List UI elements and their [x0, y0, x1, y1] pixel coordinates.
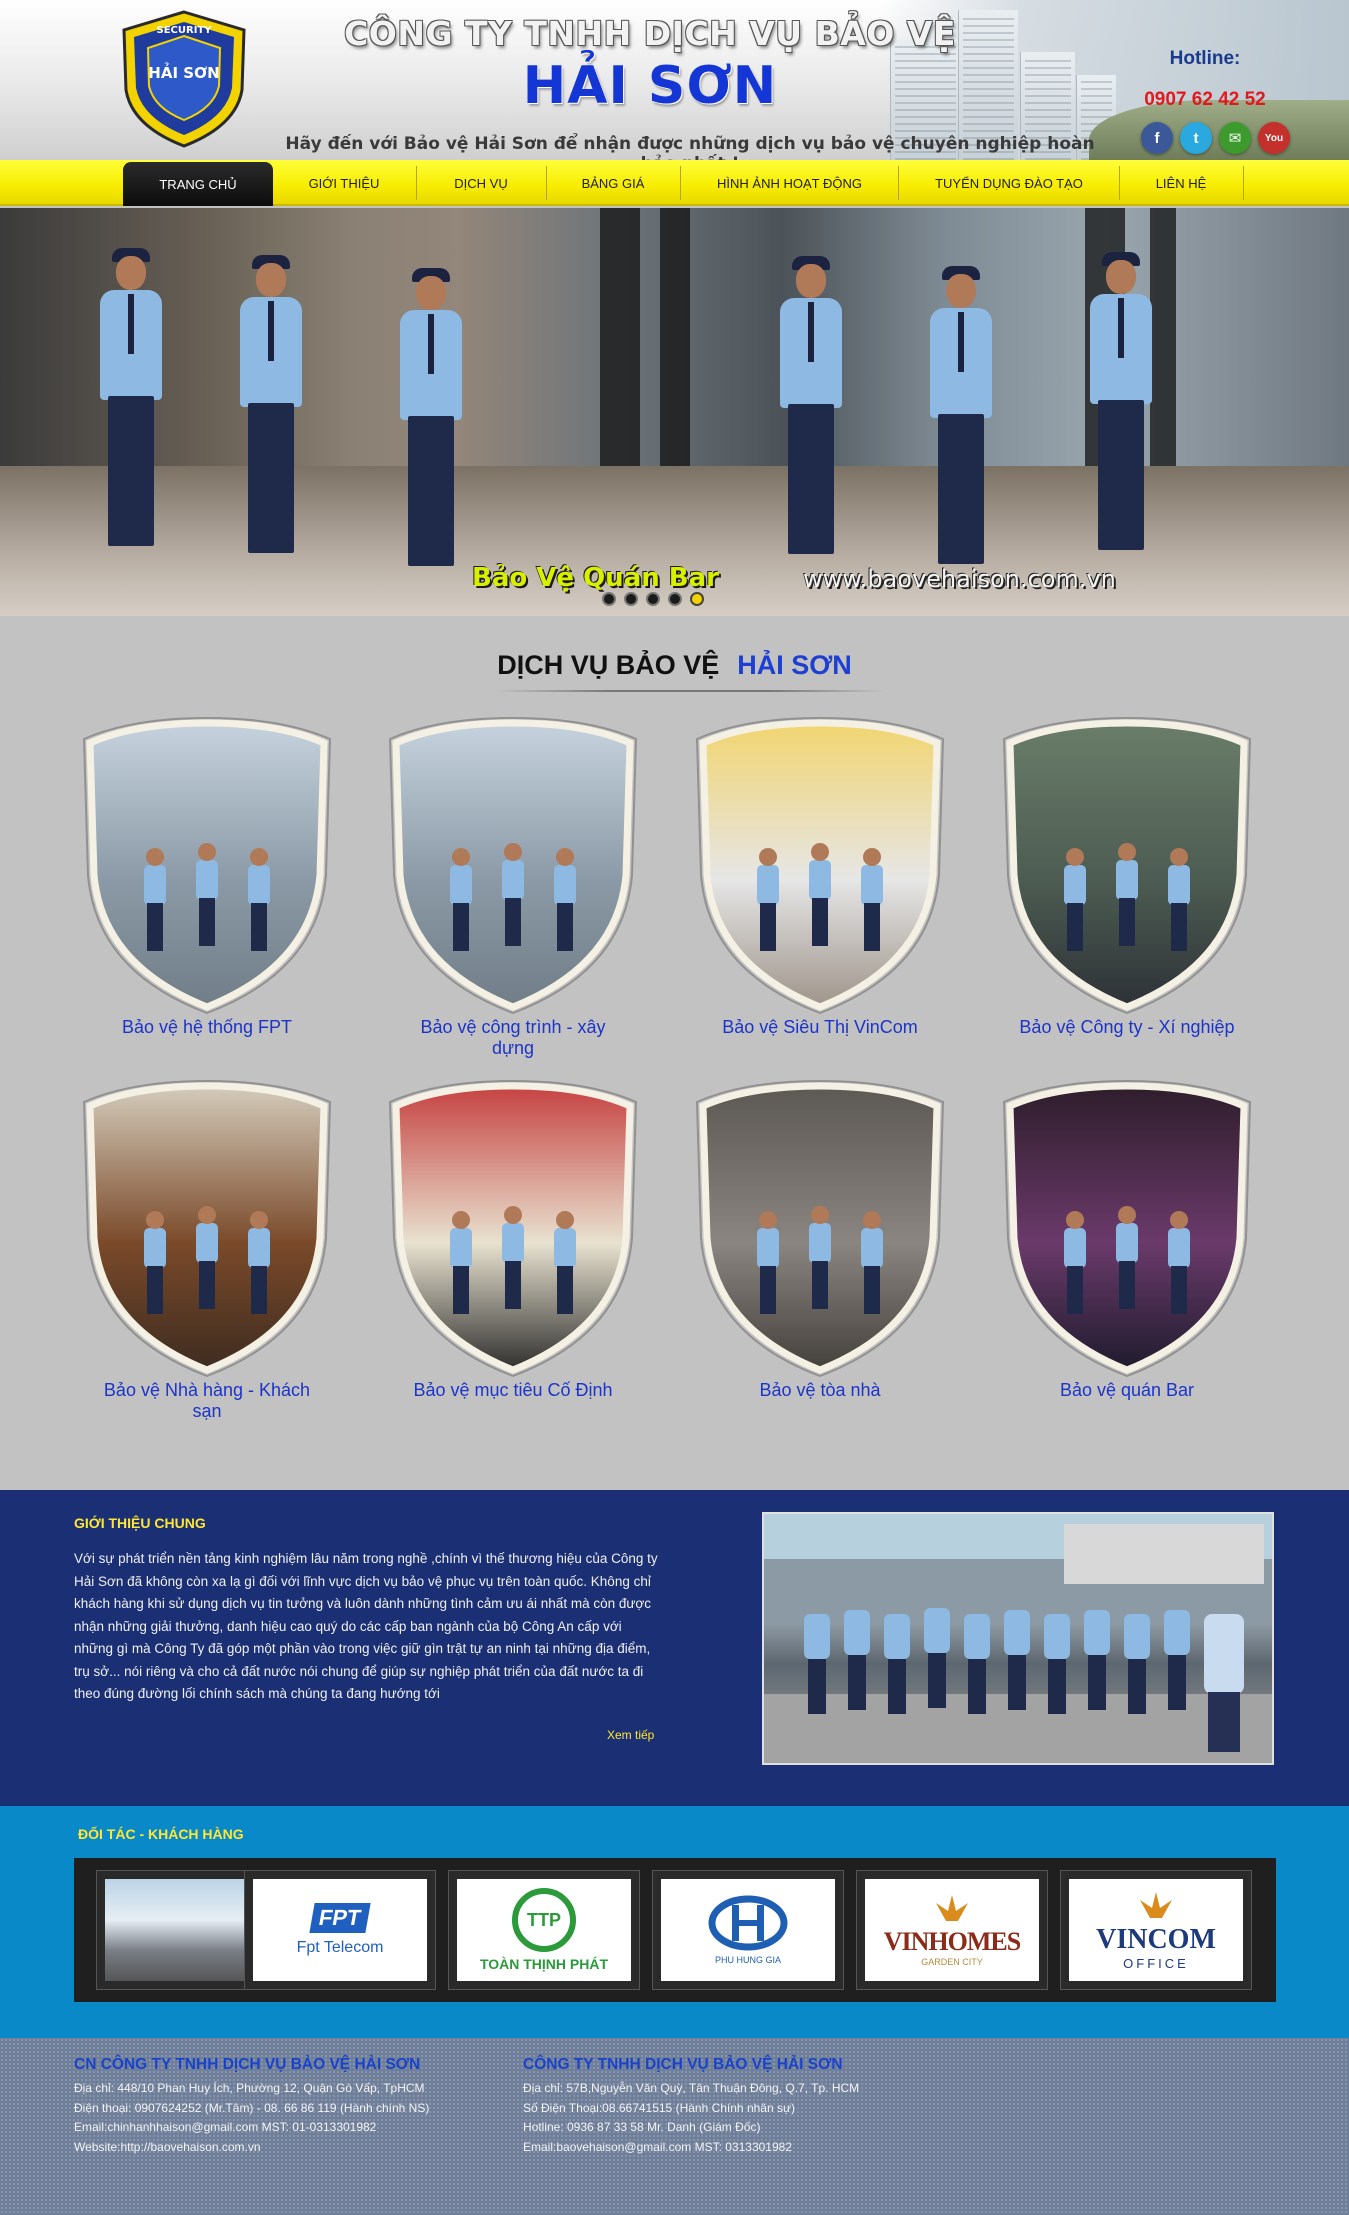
service-card[interactable]: Bảo vệ tòa nhà: [685, 1078, 955, 1400]
service-label[interactable]: Bảo vệ tòa nhà: [705, 1380, 935, 1401]
service-label[interactable]: Bảo vệ hệ thống FPT: [92, 1017, 322, 1038]
service-card[interactable]: Bảo vệ Nhà hàng - Khách sạn: [72, 1078, 342, 1421]
intro-section: GIỚI THIỆU CHUNG Với sự phát triển nền t…: [0, 1490, 1349, 1806]
read-more-link[interactable]: Xem tiếp: [607, 1728, 654, 1742]
phu-hung-gia-logo[interactable]: PHU HUNG GIA: [652, 1870, 844, 1990]
hero-slider[interactable]: Bảo Vệ Quán Bar www.baovehaison.com.vn: [0, 208, 1349, 616]
hotline-label: Hotline:: [1169, 48, 1241, 69]
service-card[interactable]: Bảo vệ hệ thống FPT: [72, 715, 342, 1037]
footer-branch-email[interactable]: Email:chinhanhhaison@gmail.com MST: 01-0…: [74, 2118, 429, 2138]
footer-main-email[interactable]: Email:baovehaison@gmail.com MST: 0313301…: [523, 2138, 859, 2158]
slogan: Hãy đến với Bảo vệ Hải Sơn để nhận được …: [285, 134, 1095, 160]
partners-heading: ĐỐI TÁC - KHÁCH HÀNG: [78, 1826, 244, 1842]
footer-main: CÔNG TY TNHH DỊCH VỤ BẢO VỆ HẢI SƠN Địa …: [523, 2056, 859, 2157]
fpt-telecom-logo[interactable]: FPT Fpt Telecom: [244, 1870, 436, 1990]
logo-top-text: SECURITY: [157, 25, 213, 36]
nav-home[interactable]: Trang chủ: [123, 162, 273, 206]
service-label[interactable]: Bảo vệ Siêu Thị VinCom: [705, 1017, 935, 1038]
service-image[interactable]: [380, 715, 646, 1015]
slider-dot-1[interactable]: [602, 592, 616, 606]
footer-main-hotline: Hotline: 0936 87 33 58 Mr. Danh (Giám Đố…: [523, 2120, 761, 2134]
nav-pricing[interactable]: Bảng giá: [547, 160, 679, 206]
company-title: CÔNG TY TNHH DỊCH VỤ BẢO VỆ: [344, 14, 956, 53]
footer-branch-title: CN CÔNG TY TNHH DỊCH VỤ BẢO VỆ HẢI SƠN: [74, 2056, 421, 2073]
title-divider: [495, 690, 885, 692]
service-label[interactable]: Bảo vệ mục tiêu Cố Định: [398, 1380, 628, 1401]
partners-section: ĐỐI TÁC - KHÁCH HÀNG FPT Fpt Telecom TTP…: [0, 1806, 1349, 2038]
slider-dot-3[interactable]: [646, 592, 660, 606]
nav-about[interactable]: Giới thiệu: [273, 160, 415, 206]
footer-main-address: Địa chỉ: 57B,Nguyễn Văn Quỳ, Tân Thuận Đ…: [523, 2081, 860, 2095]
nav-services[interactable]: Dịch vụ: [417, 160, 545, 206]
footer-branch-phone: Điện thoại: 0907624252 (Mr.Tâm) - 08. 66…: [74, 2100, 430, 2115]
service-image[interactable]: [380, 1078, 646, 1378]
nav-gallery[interactable]: Hình ảnh hoạt động: [681, 160, 898, 206]
service-image[interactable]: [687, 1078, 953, 1378]
site-footer: CN CÔNG TY TNHH DỊCH VỤ BẢO VỆ HẢI SƠN Đ…: [0, 2038, 1349, 2215]
company-name: HẢI SƠN: [522, 56, 778, 116]
footer-branch-address: Địa chỉ: 448/10 Phan Huy Ích, Phường 12,…: [74, 2081, 425, 2095]
intro-heading: GIỚI THIỆU CHUNG: [74, 1515, 206, 1531]
facebook-icon[interactable]: f: [1141, 122, 1173, 154]
slider-dot-2[interactable]: [624, 592, 638, 606]
haison-logo[interactable]: SECURITY HẢI SƠN HS: [116, 8, 252, 148]
services-title: DỊCH VỤ BẢO VỆ HẢI SƠN: [0, 650, 1349, 681]
footer-branch: CN CÔNG TY TNHH DỊCH VỤ BẢO VỆ HẢI SƠN Đ…: [74, 2056, 429, 2157]
intro-text: Với sự phát triển nền tảng kinh nghiệm l…: [74, 1551, 658, 1701]
main-nav: Trang chủ Giới thiệu Dịch vụ Bảng giá Hì…: [0, 160, 1349, 206]
service-card[interactable]: Bảo vệ quán Bar: [992, 1078, 1262, 1400]
service-label[interactable]: Bảo vệ công trình - xây dựng: [398, 1017, 628, 1059]
nav-recruitment[interactable]: Tuyển dụng đào tạo: [899, 160, 1119, 206]
service-image[interactable]: [74, 1078, 340, 1378]
partners-carousel[interactable]: FPT Fpt Telecom TTP TOÀN THỊNH PHÁT PHU …: [74, 1858, 1276, 2002]
email-icon[interactable]: ✉: [1219, 122, 1251, 154]
footer-main-phone: Số Điện Thoại:08.66741515 (Hành Chính nh…: [523, 2100, 795, 2115]
service-label[interactable]: Bảo vệ Nhà hàng - Khách sạn: [92, 1380, 322, 1422]
service-label[interactable]: Bảo vệ quán Bar: [1012, 1380, 1242, 1401]
logo-bottom: HS: [176, 124, 192, 135]
logo-name: HẢI SƠN: [148, 61, 219, 82]
service-card[interactable]: Bảo vệ mục tiêu Cố Định: [378, 1078, 648, 1400]
service-image[interactable]: [74, 715, 340, 1015]
site-header: SECURITY HẢI SƠN HS CÔNG TY TNHH DỊCH VỤ…: [0, 0, 1349, 160]
service-card[interactable]: Bảo vệ công trình - xây dựng: [378, 715, 648, 1058]
hotline-number[interactable]: 0907 62 42 52: [1130, 89, 1280, 111]
slider-dot-5[interactable]: [690, 592, 704, 606]
service-image[interactable]: [687, 715, 953, 1015]
toan-thinh-phat-logo[interactable]: TTP TOÀN THỊNH PHÁT: [448, 1870, 640, 1990]
slider-dot-4[interactable]: [668, 592, 682, 606]
footer-main-title: CÔNG TY TNHH DỊCH VỤ BẢO VỆ HẢI SƠN: [523, 2056, 843, 2073]
service-card[interactable]: Bảo vệ Công ty - Xí nghiệp: [992, 715, 1262, 1037]
banner-url: www.baovehaison.com.vn: [803, 565, 1116, 593]
vinhomes-logo[interactable]: VINHOMES GARDEN CITY: [856, 1870, 1048, 1990]
footer-branch-website[interactable]: Website:http://baovehaison.com.vn: [74, 2138, 429, 2158]
nav-contact[interactable]: Liên hệ: [1120, 160, 1242, 206]
vincom-office-logo[interactable]: VINCOM OFFICE: [1060, 1870, 1252, 1990]
services-title-part2: HẢI SƠN: [737, 650, 852, 680]
youtube-icon[interactable]: You: [1258, 122, 1290, 154]
twitter-icon[interactable]: t: [1180, 122, 1212, 154]
service-card[interactable]: Bảo vệ Siêu Thị VinCom: [685, 715, 955, 1037]
service-image[interactable]: [994, 1078, 1260, 1378]
service-label[interactable]: Bảo vệ Công ty - Xí nghiệp: [1012, 1017, 1242, 1038]
banner-caption: Bảo Vệ Quán Bar: [472, 563, 719, 593]
intro-photo: [762, 1512, 1274, 1765]
service-image[interactable]: [994, 715, 1260, 1015]
services-title-part1: DỊCH VỤ BẢO VỆ: [497, 650, 720, 680]
